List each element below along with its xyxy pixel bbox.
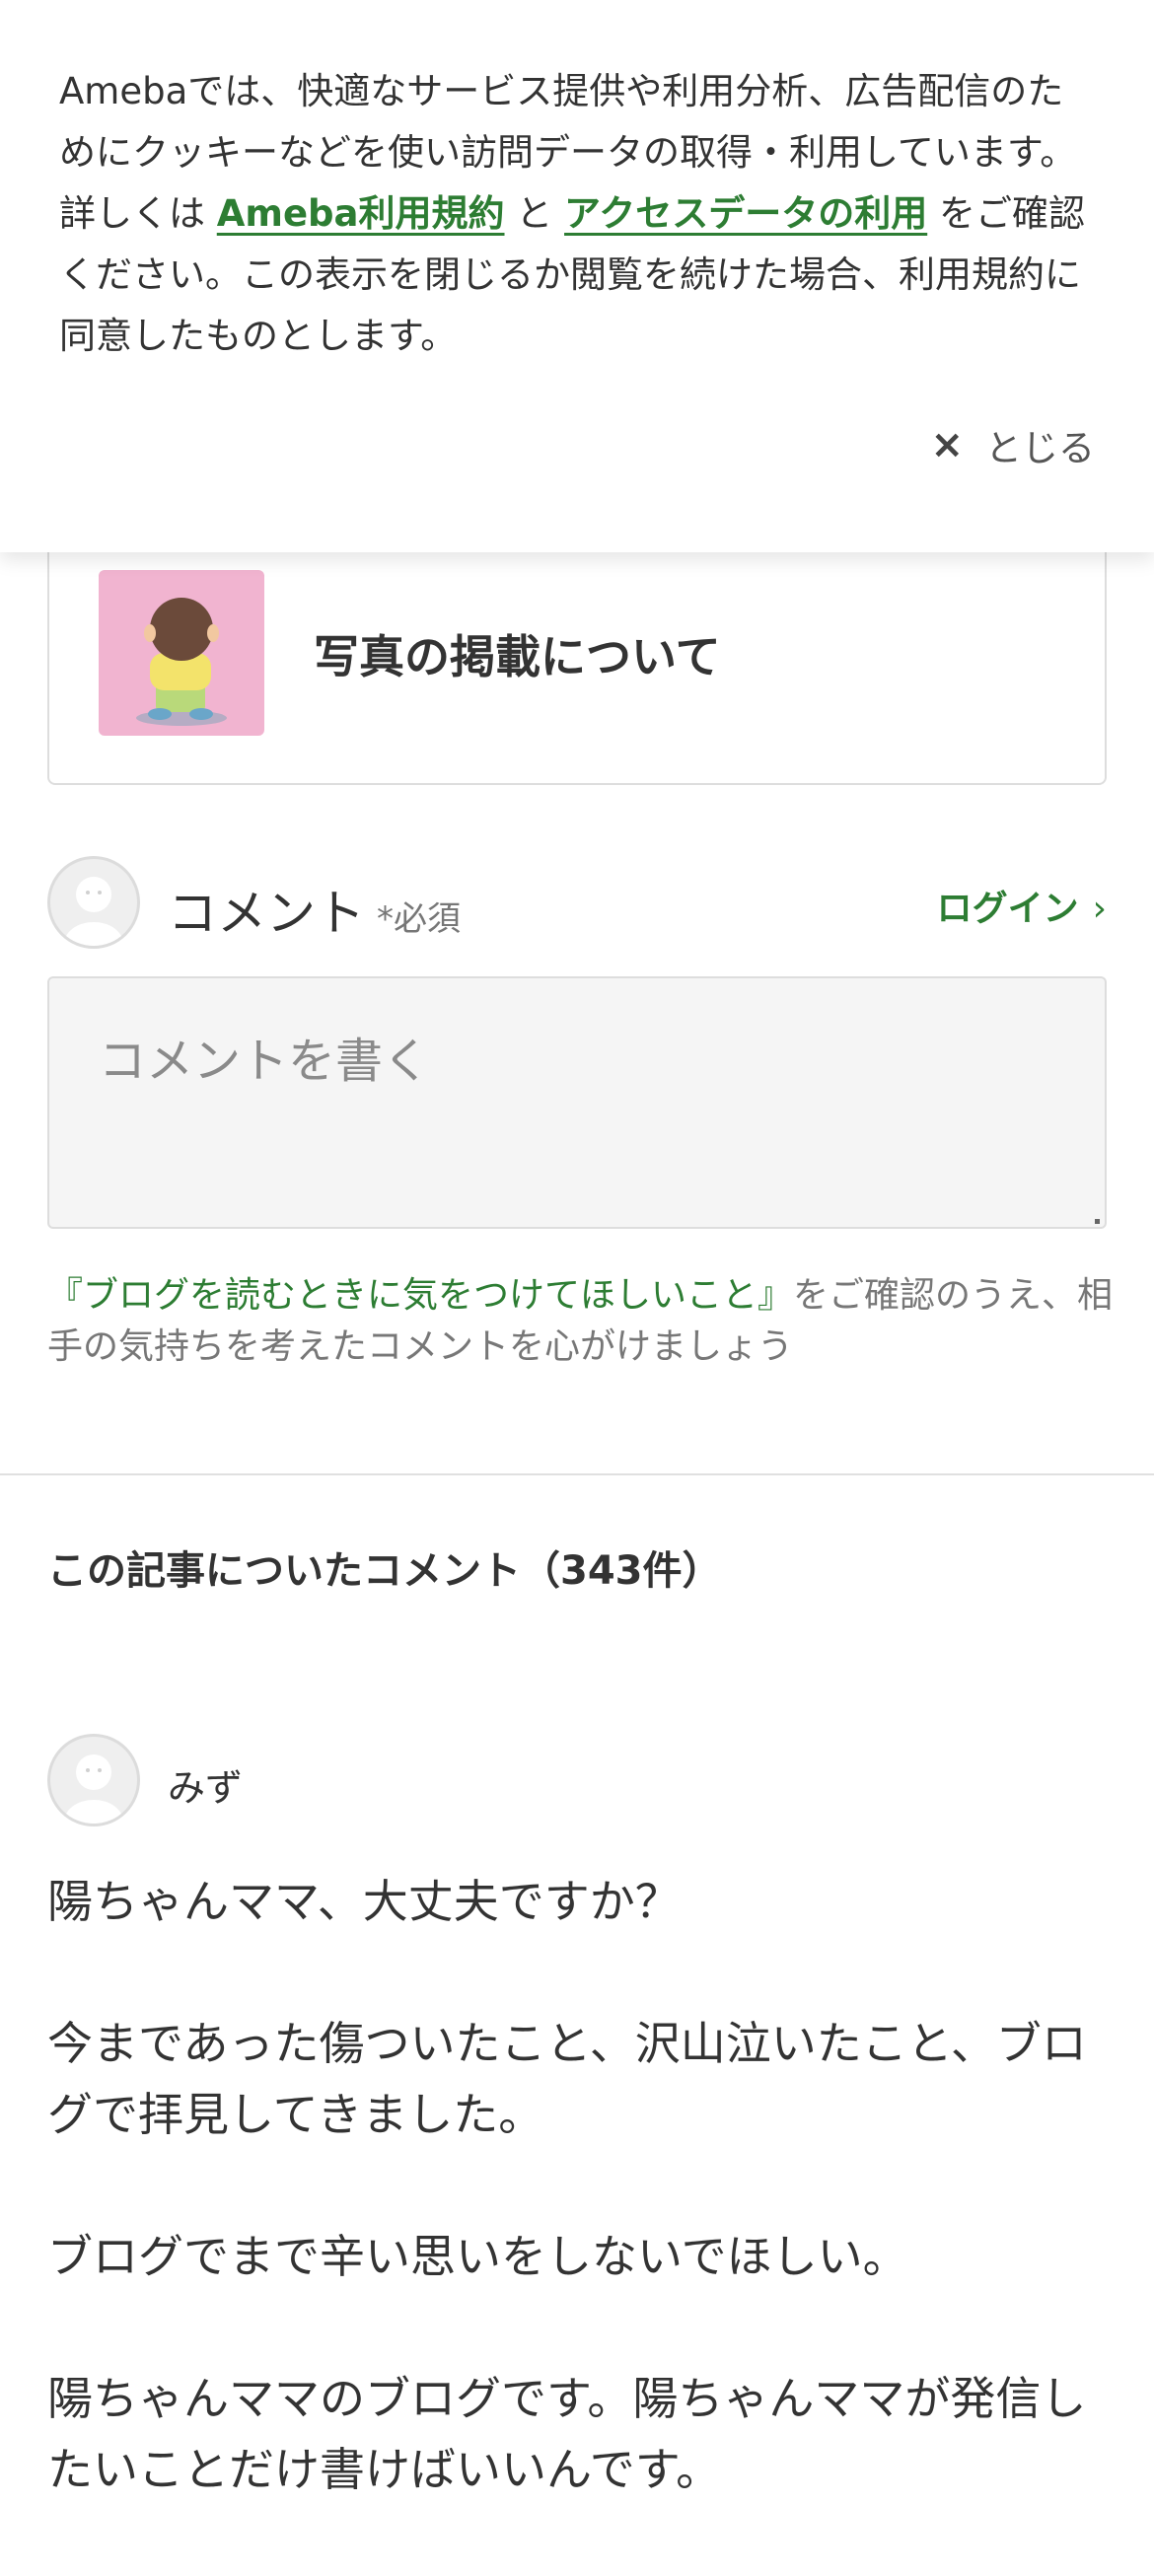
cookie-close-button[interactable]: × とじる [930, 418, 1095, 471]
related-article-thumbnail [99, 570, 264, 736]
comment-body: 陽ちゃんママ、大丈夫ですか？ 今まであった傷ついたこと、沢山泣いたこと、ブログで… [47, 1866, 1113, 2576]
comment-paragraph: 陽ちゃんママ、大丈夫ですか？ [47, 1875, 681, 1928]
comment-author: みず [47, 1734, 639, 1828]
comment-input[interactable] [47, 976, 1107, 1229]
comment-guideline: 『ブログを読むときに気をつけてほしいこと』をご確認のうえ、相手の気持ちを考えたコ… [47, 1270, 1122, 1373]
default-avatar-icon [47, 856, 140, 949]
related-article-card[interactable]: 写真の掲載について [47, 513, 1107, 785]
comments-section-title: この記事についたコメント（343件） [47, 1548, 722, 1594]
chevron-right-icon: › [1092, 889, 1107, 929]
resize-handle[interactable] [1095, 1219, 1100, 1224]
cookie-consent-banner: Amebaでは、快適なサービス提供や利用分析、広告配信のためにクッキーなどを使い… [0, 0, 1154, 552]
guideline-link[interactable]: 『ブログを読むときに気をつけてほしいこと』 [47, 1275, 793, 1316]
comment-paragraph: 陽ちゃんママのブログです。陽ちゃんママが発信したいことだけ書けばいいんです。 [47, 2372, 1087, 2496]
close-icon: × [930, 422, 964, 467]
ameba-terms-link[interactable]: Ameba利用規約 [217, 192, 505, 235]
comment-label: コメント [168, 885, 365, 942]
default-avatar-icon [47, 1734, 140, 1826]
cookie-consent-text: Amebaでは、快適なサービス提供や利用分析、広告配信のためにクッキーなどを使い… [59, 61, 1095, 367]
login-label: ログイン [936, 889, 1079, 929]
avatar-face-graphic [64, 1754, 123, 1824]
required-marker: *必須 [377, 899, 461, 939]
cookie-close-label: とじる [985, 427, 1095, 469]
access-data-link[interactable]: アクセスデータの利用 [564, 192, 927, 235]
comment-paragraph: ブログでまで辛い思いをしないでほしい。 [47, 2230, 908, 2283]
related-article-title: 写真の掲載について [314, 630, 721, 683]
section-divider [0, 1473, 1154, 1475]
child-illustration-icon [136, 598, 227, 726]
avatar-face-graphic [64, 877, 123, 946]
login-link[interactable]: ログイン › [937, 880, 1107, 931]
comment-paragraph: 今まであった傷ついたこと、沢山泣いたこと、ブログで拝見してきました。 [47, 2017, 1087, 2141]
cookie-text-and: と [504, 192, 565, 235]
comment-author-name: みず [168, 1766, 244, 1810]
comment-form-header: コメント *必須 ログイン › [47, 856, 1107, 951]
